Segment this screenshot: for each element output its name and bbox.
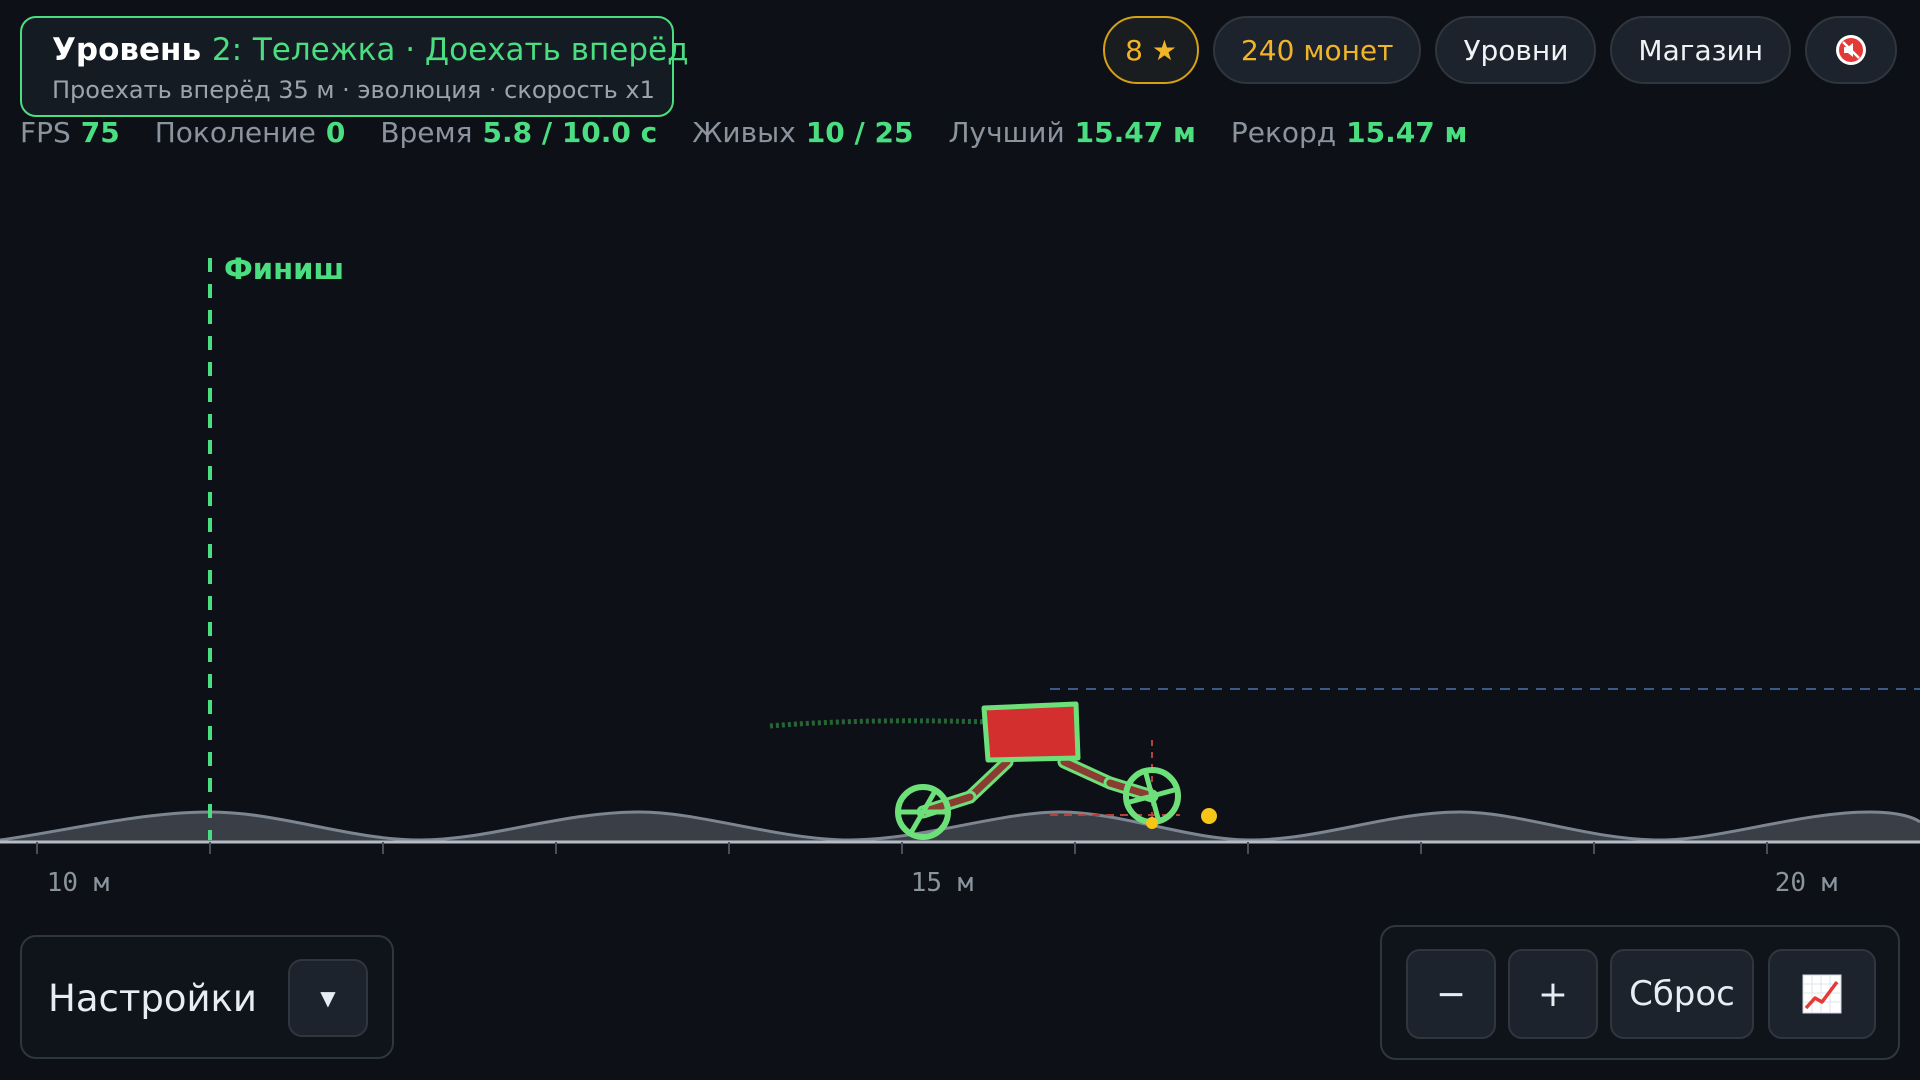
stat-fps-value: 75 <box>80 116 120 149</box>
zoom-out-button[interactable]: − <box>1406 949 1496 1039</box>
tick-label-20m: 20 м <box>1775 868 1838 898</box>
chevron-down-icon: ▼ <box>320 986 336 1010</box>
stat-alive-value: 10 / 25 <box>805 116 914 149</box>
stats-bar: FPS 75 Поколение 0 Время 5.8 / 10.0 с Живых… <box>20 116 1467 149</box>
coins-badge[interactable]: 240 монет <box>1212 16 1422 84</box>
tick-label-10m: 10 м <box>47 868 110 898</box>
mute-button[interactable] <box>1805 16 1897 84</box>
level-subtitle: Проехать вперёд 35 м · эволюция · скорос… <box>52 76 655 104</box>
settings-toggle-button[interactable]: ▼ <box>288 959 368 1037</box>
stat-record-label: Рекорд <box>1230 116 1337 149</box>
level-number: 2: <box>211 32 243 68</box>
finish-label: Финиш <box>224 252 344 286</box>
settings-label: Настройки <box>48 977 257 1020</box>
stat-generation: Поколение 0 <box>155 116 346 149</box>
stat-time-label: Время <box>380 116 473 149</box>
stat-generation-value: 0 <box>325 116 346 149</box>
stats-chart-button[interactable] <box>1768 949 1876 1039</box>
stat-record-value: 15.47 м <box>1346 116 1468 149</box>
game-canvas[interactable]: 10 м 15 м 20 м Финиш <box>0 0 1920 1080</box>
zoom-controls: − + Сброс <box>1380 925 1900 1060</box>
cart-legs <box>916 755 1159 819</box>
stat-best-label: Лучший <box>948 116 1065 149</box>
tick-label-15m: 15 м <box>911 868 974 898</box>
stat-best: Лучший 15.47 м <box>948 116 1195 149</box>
level-info-panel: Уровень 2: Тележка · Доехать вперёд Прое… <box>20 16 689 117</box>
motion-trail <box>769 718 991 729</box>
level-prefix: Уровень <box>52 32 202 68</box>
level-title: Уровень 2: Тележка · Доехать вперёд <box>52 32 689 68</box>
stat-time: Время 5.8 / 10.0 с <box>380 116 657 149</box>
game-screen: 10 м 15 м 20 м Финиш Уровень 2: Тележка … <box>0 0 1920 1080</box>
stat-fps: FPS 75 <box>20 116 120 149</box>
distance-ruler <box>36 842 1768 854</box>
top-toolbar: 8 ★ 240 монет Уровни Магазин <box>1103 16 1897 84</box>
contact-point-marker <box>1146 817 1158 829</box>
reset-view-button[interactable]: Сброс <box>1610 949 1754 1039</box>
progress-marker <box>1201 808 1217 824</box>
wheel-left <box>895 784 951 840</box>
stat-record: Рекорд 15.47 м <box>1231 116 1468 149</box>
stars-badge[interactable]: 8 ★ <box>1103 16 1199 84</box>
shop-button[interactable]: Магазин <box>1610 16 1791 84</box>
levels-button[interactable]: Уровни <box>1435 16 1597 84</box>
stat-alive: Живых 10 / 25 <box>692 116 913 149</box>
stat-time-value: 5.8 / 10.0 с <box>482 116 658 149</box>
stat-best-value: 15.47 м <box>1074 116 1196 149</box>
stat-fps-label: FPS <box>20 116 71 149</box>
speaker-muted-icon <box>1836 35 1866 65</box>
stat-generation-label: Поколение <box>154 116 316 149</box>
settings-panel[interactable]: Настройки ▼ <box>20 935 394 1059</box>
zoom-in-button[interactable]: + <box>1508 949 1598 1039</box>
level-name: Тележка · Доехать вперёд <box>252 32 689 68</box>
cart-body <box>981 701 1081 763</box>
stat-alive-label: Живых <box>692 116 796 149</box>
chart-icon <box>1802 974 1842 1014</box>
